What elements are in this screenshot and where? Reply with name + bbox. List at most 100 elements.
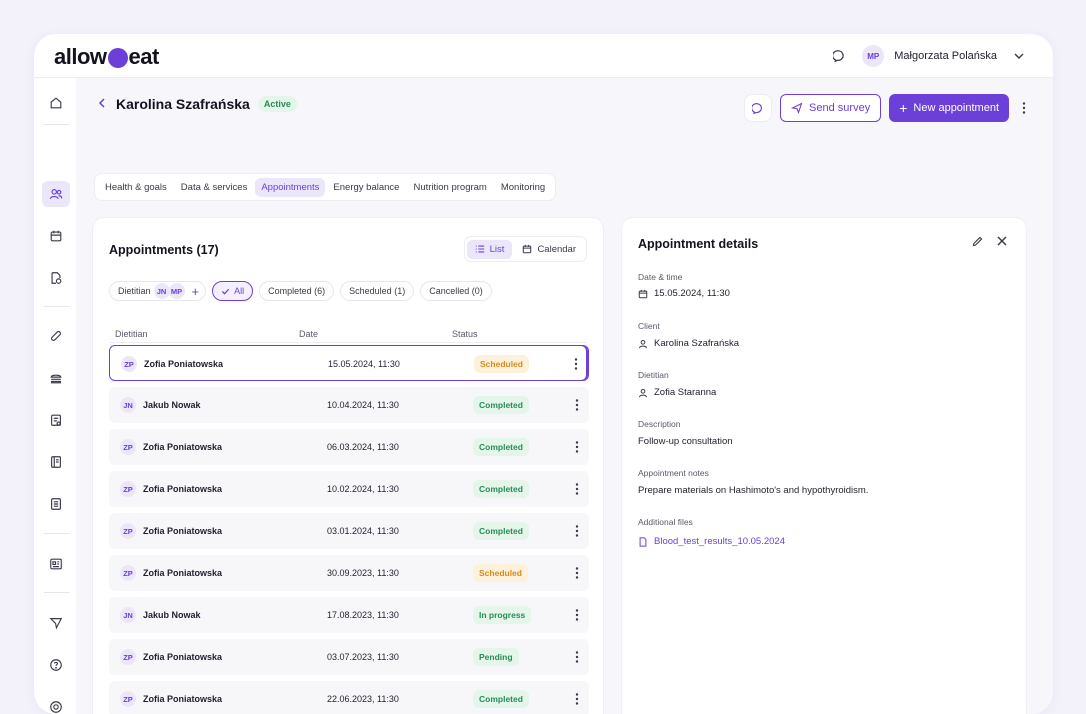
row-date: 22.06.2023, 11:30 [327, 694, 399, 704]
home-icon[interactable] [42, 90, 70, 116]
column-header-date[interactable]: Date [299, 329, 318, 339]
app-window: allow eat MP Małgorzata Polańska Karolin… [34, 34, 1053, 714]
status-badge: Completed [473, 480, 529, 498]
table-row[interactable]: ZP Zofia Poniatowska 06.03.2024, 11:30 Comp… [109, 429, 589, 465]
calendar-icon [523, 244, 532, 254]
book-icon[interactable] [42, 449, 70, 475]
more-options-icon[interactable] [575, 608, 579, 625]
tab-health-goals[interactable]: Health & goals [99, 178, 173, 197]
status-badge: Completed [473, 522, 529, 540]
main-content: Karolina Szafrańska Active Send survey +… [76, 78, 1053, 714]
dietitian-filter-label: Dietitian [118, 286, 151, 296]
clients-icon[interactable] [42, 181, 70, 207]
send-survey-label: Send survey [809, 102, 871, 114]
chat-icon[interactable] [828, 44, 852, 68]
avatar: ZP [121, 356, 137, 372]
row-dietitian: Jakub Nowak [143, 400, 201, 410]
send-icon [791, 102, 803, 114]
file-link[interactable]: Blood_test_results_10.05.2024 [638, 536, 785, 547]
list-view-button[interactable]: List [466, 239, 513, 259]
table-row[interactable]: ZP Zofia Poniatowska 10.02.2024, 11:30 Comp… [109, 471, 589, 507]
calendar-icon[interactable] [42, 223, 70, 249]
tab-nutrition-program[interactable]: Nutrition program [407, 178, 492, 197]
dietitian-text: Zofia Staranna [654, 387, 717, 398]
top-bar: allow eat MP Małgorzata Polańska [34, 34, 1053, 78]
filter-completed[interactable]: Completed (6) [259, 281, 335, 301]
row-date: 10.04.2024, 11:30 [327, 400, 399, 410]
close-icon[interactable] [996, 235, 1008, 251]
table-row[interactable]: JN Jakub Nowak 10.04.2024, 11:30 Completed [109, 387, 589, 423]
send-icon[interactable] [42, 610, 70, 636]
more-options-icon[interactable] [1017, 94, 1031, 122]
new-appointment-button[interactable]: + New appointment [889, 94, 1009, 122]
news-icon[interactable] [42, 551, 70, 577]
sidebar-divider [44, 592, 70, 593]
filter-all-label: All [234, 286, 245, 296]
logo-text-right: eat [128, 44, 160, 69]
new-appointment-label: New appointment [913, 102, 999, 114]
avatar: JN [120, 607, 136, 623]
appointment-details-card: Appointment details Date & time 15.05.20… [621, 217, 1027, 714]
edit-icon[interactable] [971, 235, 984, 251]
user-avatar[interactable]: MP [862, 45, 885, 67]
row-dietitian: Zofia Poniatowska [143, 694, 223, 704]
document-clock-icon[interactable] [42, 265, 70, 291]
user-name[interactable]: Małgorzata Polańska [894, 50, 997, 62]
food-icon[interactable] [42, 365, 70, 391]
table-row[interactable]: ZP Zofia Poniatowska 15.05.2024, 11:30 Sche… [109, 345, 589, 381]
tab-monitoring[interactable]: Monitoring [495, 178, 551, 197]
filter-cancelled[interactable]: Cancelled (0) [420, 281, 492, 301]
tab-appointments[interactable]: Appointments [255, 177, 326, 197]
message-button[interactable] [744, 94, 773, 122]
status-badge: Completed [473, 690, 529, 708]
pill-icon[interactable] [42, 323, 70, 349]
column-header-dietitian[interactable]: Dietitian [115, 329, 148, 339]
row-dietitian: Zofia Poniatowska [144, 359, 224, 369]
tab-data-services[interactable]: Data & services [175, 178, 254, 197]
description-value: Follow-up consultation [638, 436, 733, 447]
more-options-icon[interactable] [575, 398, 579, 415]
table-row[interactable]: ZP Zofia Poniatowska 22.06.2023, 11:30 Comp… [109, 681, 589, 714]
more-options-icon[interactable] [574, 357, 578, 374]
filter-all[interactable]: All [212, 281, 254, 301]
list-doc-icon[interactable] [42, 491, 70, 517]
help-icon[interactable] [42, 652, 70, 678]
more-options-icon[interactable] [575, 566, 579, 583]
table-row[interactable]: ZP Zofia Poniatowska 03.01.2024, 11:30 Comp… [109, 513, 589, 549]
row-dietitian: Zofia Poniatowska [143, 568, 223, 578]
row-dietitian: Zofia Poniatowska [143, 484, 223, 494]
logo-mark-icon [107, 48, 128, 68]
status-badge: Completed [473, 438, 529, 456]
plus-icon[interactable]: + [192, 284, 200, 299]
more-options-icon[interactable] [575, 440, 579, 457]
send-survey-button[interactable]: Send survey [780, 94, 882, 122]
sidebar-divider [44, 306, 70, 307]
client-value: Karolina Szafrańska [638, 338, 739, 349]
tab-energy-balance[interactable]: Energy balance [327, 178, 405, 197]
date-time-value: 15.05.2024, 11:30 [638, 288, 730, 299]
appointments-card: Appointments (17) List Calendar Dietitia… [92, 217, 604, 714]
dietitian-filter[interactable]: Dietitian JN MP + [109, 281, 207, 301]
row-date: 30.09.2023, 11:30 [327, 568, 399, 578]
calendar-view-button[interactable]: Calendar [514, 240, 584, 259]
table-row[interactable]: ZP Zofia Poniatowska 03.07.2023, 11:30 Pend… [109, 639, 589, 675]
table-row[interactable]: JN Jakub Nowak 17.08.2023, 11:30 In progres… [109, 597, 589, 633]
details-title: Appointment details [638, 237, 759, 251]
more-options-icon[interactable] [575, 650, 579, 667]
clipboard-icon[interactable] [42, 407, 70, 433]
more-options-icon[interactable] [575, 482, 579, 499]
file-name: Blood_test_results_10.05.2024 [654, 536, 785, 547]
table-row[interactable]: ZP Zofia Poniatowska 30.09.2023, 11:30 Sche… [109, 555, 589, 591]
row-date: 06.03.2024, 11:30 [327, 442, 399, 452]
column-header-status[interactable]: Status [452, 329, 478, 339]
list-icon [475, 245, 484, 253]
filter-scheduled[interactable]: Scheduled (1) [340, 281, 415, 301]
status-badge: Completed [473, 396, 529, 414]
chevron-down-icon[interactable] [1007, 44, 1031, 68]
support-icon[interactable] [42, 694, 70, 714]
more-options-icon[interactable] [575, 524, 579, 541]
notes-label: Appointment notes [638, 468, 709, 478]
more-options-icon[interactable] [575, 692, 579, 709]
app-logo[interactable]: allow eat [54, 44, 159, 70]
back-arrow-icon[interactable] [96, 97, 108, 112]
